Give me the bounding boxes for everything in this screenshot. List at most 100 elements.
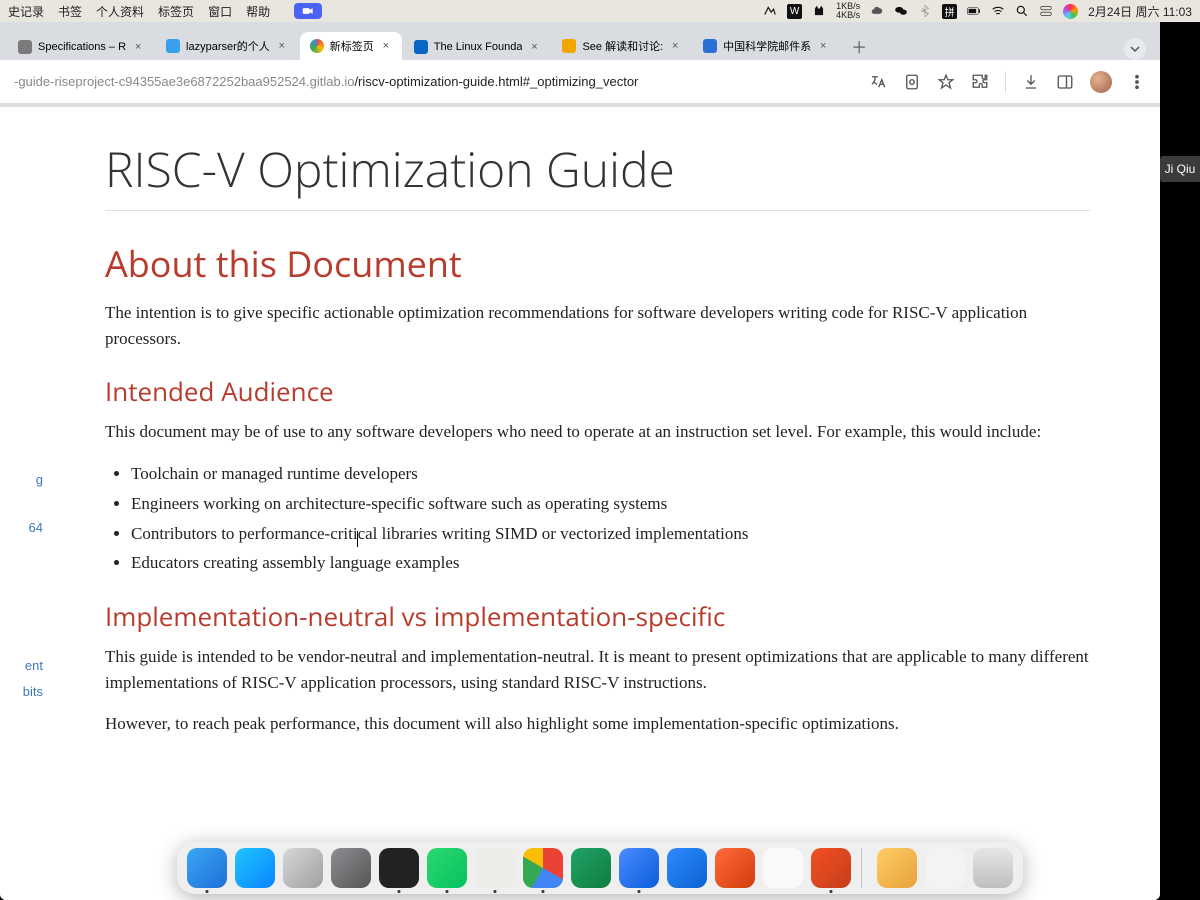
dock-app-tencent-meeting[interactable]	[667, 848, 707, 888]
dock-app-wps[interactable]	[715, 848, 755, 888]
spotlight-icon[interactable]	[1015, 4, 1029, 18]
profile-avatar[interactable]	[1090, 71, 1112, 93]
toc-sidebar[interactable]: g 64 ent bits	[0, 107, 43, 900]
menu-profile[interactable]: 个人资料	[96, 3, 144, 20]
dock-app-slack[interactable]	[475, 848, 515, 888]
tab-4[interactable]: The Linux Founda ×	[404, 34, 551, 60]
menu-help[interactable]: 帮助	[246, 3, 270, 20]
downloads-icon[interactable]	[1022, 73, 1040, 91]
toc-fragment[interactable]: 64	[0, 515, 43, 541]
chrome-window: Specifications – R × lazyparser的个人 × 新标签…	[0, 22, 1160, 900]
dock-app-chrome[interactable]	[523, 848, 563, 888]
tab-title: Specifications – R	[38, 41, 126, 53]
close-icon[interactable]: ×	[380, 40, 392, 52]
net-speed: 1KB/s 4KB/s	[836, 2, 860, 20]
dock-app-finder[interactable]	[187, 848, 227, 888]
menu-window[interactable]: 窗口	[208, 3, 232, 20]
browser-toolbar: -guide-riseproject-c94355ae3e6872252baa9…	[0, 60, 1160, 104]
tab-2[interactable]: lazyparser的个人 ×	[156, 32, 298, 60]
menubar-left: 史记录 书签 个人资料 标签页 窗口 帮助	[8, 3, 332, 20]
list-item: Educators creating assembly language exa…	[131, 548, 1090, 578]
tab-5[interactable]: See 解读和讨论: ×	[552, 32, 691, 60]
cloud-icon[interactable]	[870, 4, 884, 18]
kebab-menu-icon[interactable]	[1128, 73, 1146, 91]
menu-bookmarks[interactable]: 书签	[58, 3, 82, 20]
tab-1[interactable]: Specifications – R ×	[8, 34, 154, 60]
tab-title: 新标签页	[330, 38, 374, 54]
new-tab-button[interactable]: ＋	[845, 32, 873, 60]
paragraph: This guide is intended to be vendor-neut…	[105, 644, 1090, 697]
favicon-icon	[310, 39, 324, 53]
separator	[1005, 71, 1006, 93]
page-viewport[interactable]: g 64 ent bits RISC-V Optimization Guide …	[0, 107, 1160, 900]
translate-icon[interactable]	[869, 73, 887, 91]
dock-app-app-store[interactable]	[235, 848, 275, 888]
paragraph: This document may be of use to any softw…	[105, 419, 1090, 445]
close-icon[interactable]: ×	[528, 41, 540, 53]
heading-audience: Intended Audience	[105, 373, 1090, 409]
menu-history[interactable]: 史记录	[8, 3, 44, 20]
stats-icon[interactable]	[763, 4, 777, 18]
clock[interactable]: 2月24日 周六 11:03	[1088, 3, 1192, 20]
dock-app-zoom[interactable]	[619, 848, 659, 888]
star-icon[interactable]	[937, 73, 955, 91]
camera-icon	[301, 4, 315, 18]
dock-app-folder[interactable]	[877, 848, 917, 888]
chevron-down-icon	[1130, 44, 1140, 54]
battery-icon[interactable]	[967, 4, 981, 18]
sidepanel-icon[interactable]	[1056, 73, 1074, 91]
dock-app-trash[interactable]	[973, 848, 1013, 888]
toc-fragment[interactable]: ent	[0, 653, 43, 679]
w-tray-icon[interactable]: W	[787, 4, 802, 19]
tab-3-active[interactable]: 新标签页 ×	[300, 32, 402, 60]
close-icon[interactable]: ×	[276, 40, 288, 52]
paragraph: The intention is to give specific action…	[105, 300, 1090, 353]
side-badge[interactable]: Ji Qiu	[1160, 156, 1200, 182]
siri-icon[interactable]	[1063, 4, 1078, 19]
tab-title: The Linux Founda	[434, 41, 523, 53]
bluetooth-off-icon[interactable]	[918, 4, 932, 18]
address-bar[interactable]: -guide-riseproject-c94355ae3e6872252baa9…	[14, 74, 869, 89]
favicon-icon	[18, 40, 32, 54]
wifi-icon[interactable]	[991, 4, 1005, 18]
url-domain: -guide-riseproject-c94355ae3e6872252baa9…	[14, 74, 354, 89]
dock-app-powerpoint[interactable]	[811, 848, 851, 888]
favicon-icon	[562, 39, 576, 53]
cat-icon[interactable]	[812, 4, 826, 18]
screen-record-pill[interactable]	[294, 3, 322, 19]
dock-app-launchpad[interactable]	[283, 848, 323, 888]
tab-title: See 解读和讨论:	[582, 38, 663, 54]
dock-app-wechat[interactable]	[427, 848, 467, 888]
favicon-icon	[703, 39, 717, 53]
install-pwa-icon[interactable]	[903, 73, 921, 91]
extensions-icon[interactable]	[971, 73, 989, 91]
toc-fragment[interactable]: bits	[0, 679, 43, 705]
dock-app-textedit[interactable]	[763, 848, 803, 888]
close-icon[interactable]: ×	[132, 41, 144, 53]
url-path: /riscv-optimization-guide.html#_optimizi…	[354, 74, 638, 89]
text-cursor-icon	[357, 531, 358, 547]
paragraph: However, to reach peak performance, this…	[105, 711, 1090, 737]
toolbar-actions	[869, 71, 1146, 93]
close-icon[interactable]: ×	[669, 40, 681, 52]
dock-app-file[interactable]	[925, 848, 965, 888]
tab-strip: Specifications – R × lazyparser的个人 × 新标签…	[0, 22, 1160, 60]
wechat-tray-icon[interactable]	[894, 4, 908, 18]
list-item: Toolchain or managed runtime developers	[131, 459, 1090, 489]
favicon-icon	[414, 40, 428, 54]
tablist-dropdown[interactable]	[1124, 38, 1146, 60]
input-method-icon[interactable]: 拼	[942, 4, 957, 19]
heading-about: About this Document	[105, 239, 1090, 288]
tab-6[interactable]: 中国科学院邮件系 ×	[693, 32, 839, 60]
tab-title: lazyparser的个人	[186, 38, 270, 54]
control-center-icon[interactable]	[1039, 4, 1053, 18]
toc-fragment[interactable]: g	[0, 467, 43, 493]
dock-app-settings[interactable]	[331, 848, 371, 888]
dock-separator	[861, 848, 867, 888]
dock-app-terminal[interactable]	[379, 848, 419, 888]
close-icon[interactable]: ×	[817, 40, 829, 52]
page-title: RISC-V Optimization Guide	[105, 137, 1090, 211]
menu-tabs[interactable]: 标签页	[158, 3, 194, 20]
dock-app-excel[interactable]	[571, 848, 611, 888]
mac-menubar: 史记录 书签 个人资料 标签页 窗口 帮助 W 1KB/s 4KB/s 拼 2月…	[0, 0, 1200, 22]
